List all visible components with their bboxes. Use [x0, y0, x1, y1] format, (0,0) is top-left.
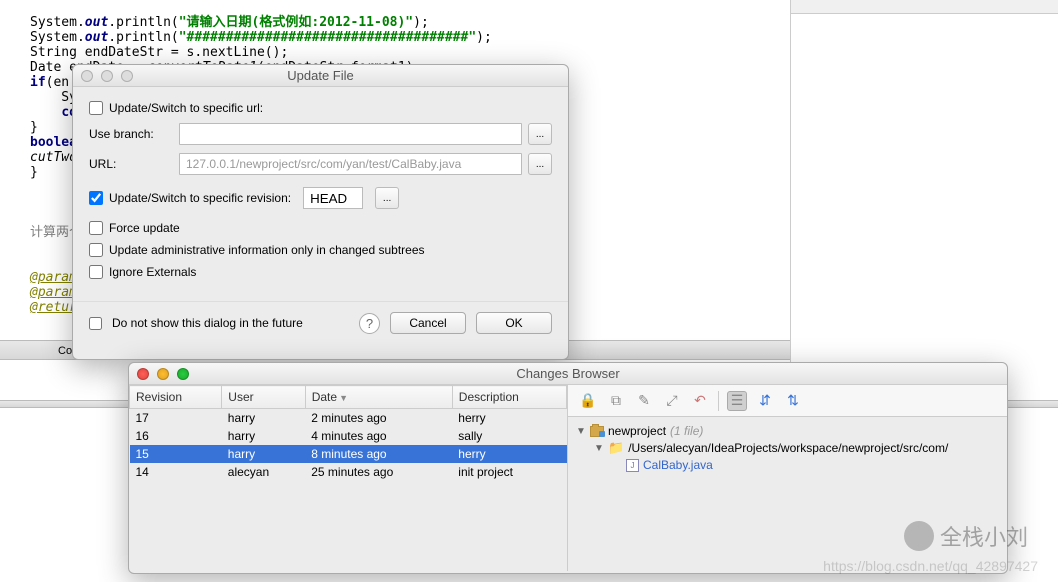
url-input[interactable]: [179, 153, 522, 175]
force-update-label: Force update: [109, 221, 180, 235]
url-label: URL:: [89, 157, 179, 171]
tree-path-label: /Users/alecyan/IdeaProjects/workspace/ne…: [628, 441, 948, 455]
expand-icon[interactable]: ⇵: [755, 391, 775, 411]
force-update-checkbox[interactable]: [89, 221, 103, 235]
switch-revision-checkbox[interactable]: [89, 191, 103, 205]
col-description[interactable]: Description: [452, 386, 566, 409]
cancel-button[interactable]: Cancel: [390, 312, 466, 334]
col-revision[interactable]: Revision: [130, 386, 222, 409]
update-file-dialog: Update File Update/Switch to specific ur…: [72, 64, 569, 360]
diff-icon[interactable]: ⤢: [662, 391, 682, 411]
url-browse-button[interactable]: ...: [528, 153, 552, 175]
changes-toolbar: 🔒 ⧉ ✎ ⤢ ↶ ☰ ⇵ ⇅: [568, 385, 1007, 417]
wechat-icon: [904, 521, 934, 551]
minimize-icon[interactable]: [157, 368, 169, 380]
revisions-table[interactable]: Revision User Date▼ Description 17harry2…: [129, 385, 568, 571]
table-row-selected[interactable]: 15harry8 minutes agoherry: [130, 445, 567, 463]
java-file-icon: J: [626, 459, 639, 472]
expand-arrow-icon[interactable]: ▼: [576, 426, 586, 437]
revision-browse-button[interactable]: ...: [375, 187, 399, 209]
ignore-externals-checkbox[interactable]: [89, 265, 103, 279]
changes-titlebar[interactable]: Changes Browser: [129, 363, 1007, 385]
right-gutter: [790, 0, 1058, 400]
dont-show-label: Do not show this dialog in the future: [112, 316, 303, 330]
table-row[interactable]: 17harry2 minutes agoherry: [130, 409, 567, 428]
sort-desc-icon: ▼: [339, 393, 348, 403]
module-icon: [590, 426, 604, 437]
edit-icon[interactable]: ✎: [634, 391, 654, 411]
lock-icon[interactable]: 🔒: [578, 391, 598, 411]
expand-arrow-icon[interactable]: ▼: [594, 443, 604, 454]
close-icon[interactable]: [137, 368, 149, 380]
dialog-title: Update File: [73, 68, 568, 83]
update-admin-label: Update administrative information only i…: [109, 243, 425, 257]
ok-button[interactable]: OK: [476, 312, 552, 334]
branch-input[interactable]: [179, 123, 522, 145]
watermark: 全栈小刘: [904, 520, 1028, 552]
file-count: (1 file): [670, 424, 703, 438]
ignore-externals-label: Ignore Externals: [109, 265, 196, 279]
folder-icon: 📁: [608, 440, 624, 456]
revert-icon[interactable]: ↶: [690, 391, 710, 411]
branch-browse-button[interactable]: ...: [528, 123, 552, 145]
collapse-icon[interactable]: ⇅: [783, 391, 803, 411]
col-date[interactable]: Date▼: [305, 386, 452, 409]
revision-input[interactable]: [303, 187, 363, 209]
switch-url-checkbox[interactable]: [89, 101, 103, 115]
tree-file-label[interactable]: CalBaby.java: [643, 458, 713, 472]
maximize-icon: [121, 70, 133, 82]
update-admin-checkbox[interactable]: [89, 243, 103, 257]
dialog-titlebar[interactable]: Update File: [73, 65, 568, 87]
minimize-icon: [101, 70, 113, 82]
tree-root-label: newproject: [608, 424, 666, 438]
switch-revision-label: Update/Switch to specific revision:: [109, 191, 291, 205]
close-icon[interactable]: [81, 70, 93, 82]
table-row[interactable]: 16harry4 minutes agosally: [130, 427, 567, 445]
watermark-url: https://blog.csdn.net/qq_42897427: [823, 558, 1038, 574]
col-user[interactable]: User: [222, 386, 305, 409]
file-tree[interactable]: ▼ newproject (1 file) ▼ 📁 /Users/alecyan…: [568, 417, 1007, 479]
copy-icon[interactable]: ⧉: [606, 391, 626, 411]
help-button[interactable]: ?: [359, 313, 380, 334]
maximize-icon[interactable]: [177, 368, 189, 380]
changes-browser-dialog: Changes Browser Revision User Date▼ Desc…: [128, 362, 1008, 574]
switch-url-label: Update/Switch to specific url:: [109, 101, 263, 115]
table-row[interactable]: 14alecyan25 minutes agoinit project: [130, 463, 567, 481]
changes-dialog-title: Changes Browser: [129, 366, 1007, 381]
branch-label: Use branch:: [89, 127, 179, 141]
group-by-dir-icon[interactable]: ☰: [727, 391, 747, 411]
dont-show-checkbox[interactable]: [89, 317, 102, 330]
